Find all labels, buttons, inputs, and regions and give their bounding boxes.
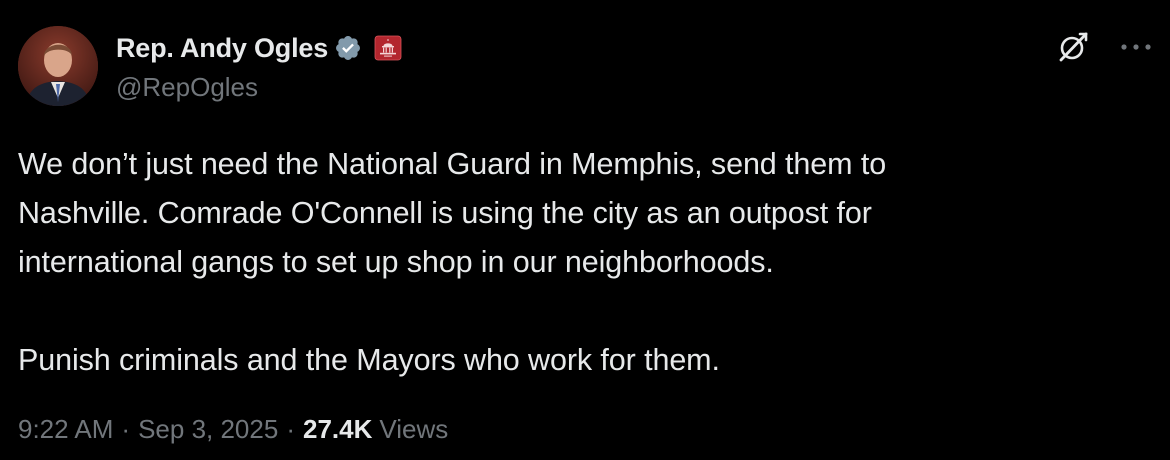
author-handle[interactable]: @RepOgles	[116, 72, 402, 103]
avatar[interactable]	[18, 26, 98, 106]
author-names: Rep. Andy Ogles @RepOgles	[116, 30, 402, 103]
tweet-time[interactable]: 9:22 AM	[18, 414, 113, 445]
tweet-text: We don’t just need the National Guard in…	[18, 140, 1138, 385]
tweet-paragraph-1: We don’t just need the National Guard in…	[18, 147, 887, 279]
tweet-header: Rep. Andy Ogles @RepOgles	[18, 26, 402, 108]
meta-separator: ·	[286, 414, 295, 444]
more-options-icon[interactable]	[1120, 42, 1152, 52]
us-capitol-badge-icon[interactable]	[374, 35, 402, 61]
verified-badge-icon[interactable]	[334, 34, 362, 62]
views-label: Views	[379, 414, 449, 444]
views-count[interactable]: 27.4K	[303, 414, 372, 445]
tweet-meta: 9:22 AM · Sep 3, 2025 · 27.4K Views	[18, 414, 448, 445]
tweet-date[interactable]: Sep 3, 2025	[138, 414, 278, 445]
author-display-name[interactable]: Rep. Andy Ogles	[116, 33, 328, 64]
tweet: Rep. Andy Ogles @RepOgles We don’t just …	[0, 0, 1170, 460]
name-row: Rep. Andy Ogles	[116, 30, 402, 66]
tweet-actions-top	[1056, 30, 1152, 64]
grok-icon[interactable]	[1056, 30, 1090, 64]
avatar-image	[18, 26, 98, 106]
tweet-paragraph-2: Punish criminals and the Mayors who work…	[18, 343, 720, 377]
meta-separator: ·	[121, 414, 131, 444]
